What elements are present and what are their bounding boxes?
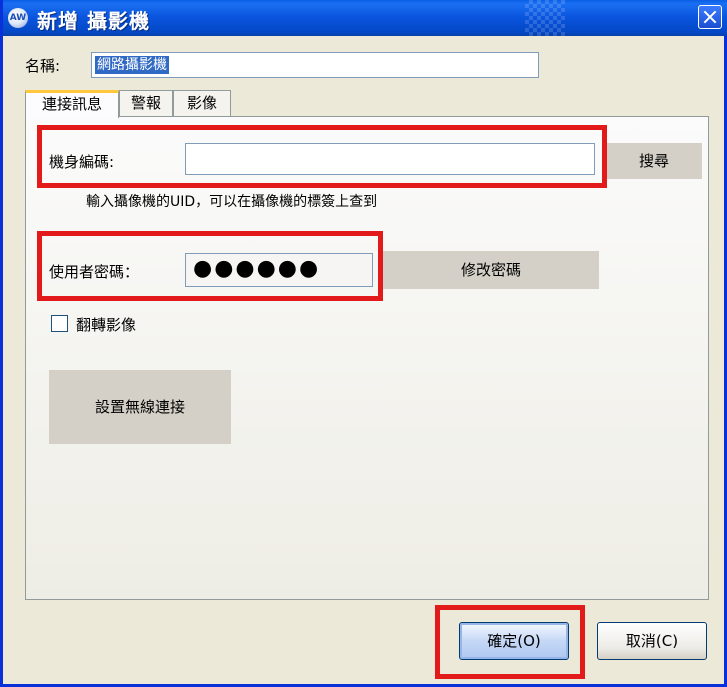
add-camera-dialog: AW 新增 攝影機 名稱: 網路攝影機 連接訊息 警報 影像 機身編碼: 搜尋 … <box>0 0 727 687</box>
name-label: 名稱: <box>25 57 61 75</box>
window-title: 新增 攝影機 <box>37 9 150 33</box>
tab-connection-info[interactable]: 連接訊息 <box>25 90 119 118</box>
search-button[interactable]: 搜尋 <box>606 143 702 179</box>
highlight-ok <box>435 605 585 679</box>
name-input[interactable]: 網路攝影機 <box>91 52 539 78</box>
flip-video-label[interactable]: 翻轉影像 <box>76 314 136 335</box>
flip-video-checkbox[interactable] <box>51 315 68 332</box>
app-logo-icon: AW <box>8 8 28 28</box>
wireless-setup-button[interactable]: 設置無線連接 <box>49 370 231 444</box>
tab-video[interactable]: 影像 <box>173 90 231 117</box>
title-bar[interactable]: AW 新增 攝影機 <box>3 0 727 36</box>
name-input-value: 網路攝影機 <box>95 56 169 74</box>
tab-alarm[interactable]: 警報 <box>119 90 173 117</box>
highlight-serial <box>37 125 607 188</box>
uid-hint: 輸入攝像機的UID，可以在攝像機的標簽上查到 <box>86 194 378 210</box>
tab-panel-connection <box>25 116 709 600</box>
change-password-button[interactable]: 修改密碼 <box>383 251 599 289</box>
title-bar-decoration <box>525 0 565 36</box>
cancel-button[interactable]: 取消(C) <box>597 622 707 660</box>
highlight-password <box>37 231 383 301</box>
close-icon[interactable] <box>698 5 722 29</box>
